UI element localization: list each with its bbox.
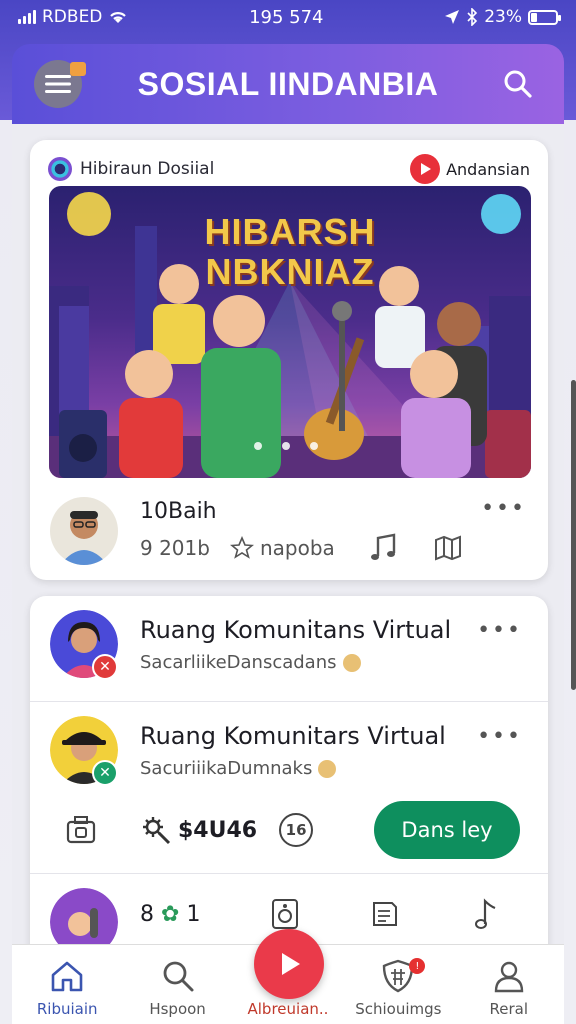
notification-badge-icon: ! <box>409 958 426 974</box>
badge-label: Andansian <box>446 159 530 179</box>
list-item-actions: $4U46 16 Dans ley <box>64 801 520 859</box>
list-item-subtitle-text: SacarliikeDanscadans <box>140 652 337 673</box>
status-badge-icon: ✕ <box>92 654 118 680</box>
menu-notification-icon <box>70 62 86 76</box>
price-value: $4U46 <box>178 817 258 843</box>
list-item-subtitle: SacuriiikaDumnaks <box>140 758 337 779</box>
search-icon <box>163 961 194 992</box>
post-header: Hibiraun Dosiial Andansian <box>30 140 548 186</box>
user-icon <box>494 961 523 993</box>
bluetooth-icon <box>467 8 478 26</box>
source-logo-icon <box>48 157 72 181</box>
nav-item-home[interactable]: Ribuiain <box>12 958 122 1018</box>
emoji-icon <box>318 759 337 778</box>
wifi-icon <box>110 12 127 23</box>
carousel-dot[interactable] <box>310 442 318 450</box>
post-badge[interactable]: Andansian <box>410 154 530 184</box>
list-item-more-button[interactable]: ••• <box>477 618 522 643</box>
status-bar: RDBED 195 574 23% <box>0 0 576 34</box>
map-icon[interactable] <box>433 533 463 563</box>
status-right: 23% <box>444 7 561 27</box>
battery-icon <box>527 9 561 25</box>
nav-label: Schiouimgs <box>355 1000 442 1018</box>
nav-item-notifications[interactable]: ! Schiouimgs <box>343 958 453 1018</box>
circle-icon-text: 16 <box>285 821 307 839</box>
emoji-icon <box>342 653 361 672</box>
search-button[interactable] <box>494 60 542 108</box>
nav-item-profile[interactable]: Reral <box>454 958 564 1018</box>
banner-title: HIBARSH NBKNIAZ <box>49 212 531 292</box>
list-item[interactable]: ✕ Ruang Komunitans Virtual SacarliikeDan… <box>30 596 548 702</box>
post-more-button[interactable]: ••• <box>481 496 526 521</box>
list-item-more-button[interactable]: ••• <box>477 724 522 749</box>
author-name[interactable]: 10Baih <box>140 499 528 524</box>
sparkle-icon: ✿ <box>161 901 180 927</box>
list-item-title-prefix: 8 <box>140 901 154 927</box>
document-icon[interactable] <box>370 899 400 929</box>
hamburger-icon <box>45 75 71 93</box>
price-tag[interactable]: $4U46 <box>140 814 257 846</box>
list-item-title: Ruang Komunitans Virtual <box>140 616 452 644</box>
status-left: RDBED <box>18 7 128 27</box>
app-header: SOSIAL IINDANBIA <box>12 44 564 124</box>
list-item-subtitle: SacarliikeDanscadans <box>140 652 361 673</box>
post-meta-text: 10Baih 9 201b napoba <box>140 499 528 564</box>
carrier-name: RDBED <box>42 7 103 27</box>
list-item-subtitle-text: SacuriiikaDumnaks <box>140 758 313 779</box>
post-tag[interactable]: napoba <box>229 535 335 560</box>
settings-icon <box>143 817 171 845</box>
nav-label: Reral <box>489 1000 528 1018</box>
star-outline-icon <box>229 535 254 559</box>
battery-percent: 23% <box>484 7 522 27</box>
badge-circle-icon[interactable]: 16 <box>279 813 314 847</box>
banner-title-line2: NBKNIAZ <box>205 251 375 292</box>
carousel-dots[interactable] <box>254 442 318 450</box>
list-item-title: 8 ✿ 1 <box>140 902 200 927</box>
app-title: SOSIAL IINDANBIA <box>137 65 439 102</box>
post-stat: 9 201b <box>140 535 210 560</box>
featured-post-card[interactable]: Hibiraun Dosiial Andansian HIBARSH NBKNI… <box>30 140 548 580</box>
play-fab-button[interactable] <box>254 929 324 999</box>
play-icon <box>410 154 441 184</box>
battery-fill <box>530 12 537 22</box>
status-time: 195 574 <box>249 6 324 28</box>
signal-icon <box>18 10 36 24</box>
post-stats: 9 201b napoba <box>140 532 528 564</box>
tag-label: napoba <box>259 535 335 560</box>
carousel-dot[interactable] <box>254 442 262 450</box>
post-source[interactable]: Hibiraun Dosiial <box>48 157 214 181</box>
location-icon <box>445 10 460 24</box>
music-note-icon[interactable] <box>367 532 399 564</box>
music-note-icon[interactable] <box>470 898 500 930</box>
nav-item-search[interactable]: Hspoon <box>123 958 233 1018</box>
post-meta: 10Baih 9 201b napoba ••• <box>50 496 528 566</box>
nav-label: Ribuiain <box>36 1000 98 1018</box>
community-list: ✕ Ruang Komunitans Virtual SacarliikeDan… <box>30 596 548 956</box>
list-item-title-suffix: 1 <box>186 901 201 927</box>
list-item-row: 8 ✿ 1 <box>140 894 500 934</box>
menu-button[interactable] <box>34 60 86 108</box>
scrollbar[interactable] <box>571 380 576 690</box>
bottom-navigation: Ribuiain Hspoon Albreuian.. ! Schiouimgs… <box>12 929 564 1024</box>
nav-label: Albreuian.. <box>247 1000 329 1018</box>
post-banner-image[interactable]: HIBARSH NBKNIAZ <box>49 186 531 478</box>
search-icon <box>504 70 532 98</box>
dance-button[interactable]: Dans ley <box>374 801 520 859</box>
nav-label: Hspoon <box>149 1000 206 1018</box>
author-avatar[interactable] <box>50 497 118 565</box>
list-item[interactable]: ✕ Ruang Komunitars Virtual SacuriiikaDum… <box>30 702 548 874</box>
list-item-title: Ruang Komunitars Virtual <box>140 722 446 750</box>
speaker-icon[interactable] <box>270 898 300 930</box>
source-name: Hibiraun Dosiial <box>80 159 215 179</box>
play-icon <box>282 953 300 975</box>
carousel-dot[interactable] <box>282 442 290 450</box>
home-icon <box>51 961 83 992</box>
banner-title-line1: HIBARSH <box>204 211 376 252</box>
status-badge-icon: ✕ <box>92 760 118 786</box>
author-avatar-image <box>60 511 108 565</box>
camera-icon[interactable] <box>64 813 98 847</box>
